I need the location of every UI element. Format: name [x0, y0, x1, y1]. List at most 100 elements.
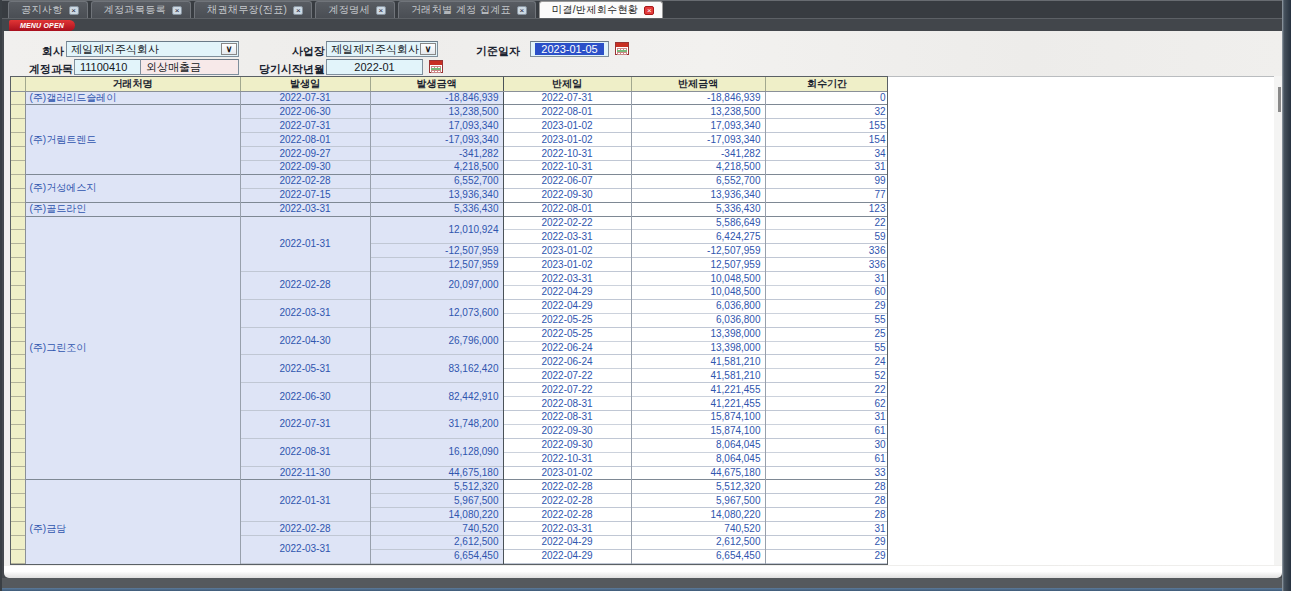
customer-name-cell[interactable]: (주)거성에스지: [25, 174, 240, 202]
row-selector-cell[interactable]: [11, 188, 25, 202]
customer-name-cell[interactable]: (주)골드라인: [25, 202, 240, 216]
company-select[interactable]: 제일제지주식회사 ∨: [66, 41, 239, 57]
row-selector-cell[interactable]: [11, 397, 25, 411]
row-selector-cell[interactable]: [11, 244, 25, 258]
row-selector-cell[interactable]: [11, 160, 25, 174]
row-selector-cell[interactable]: [11, 91, 25, 105]
collect-days-cell[interactable]: 61: [765, 452, 888, 466]
occur-amount-cell[interactable]: -18,846,939: [370, 91, 503, 105]
repay-date-cell[interactable]: 2022-03-31: [503, 272, 631, 286]
collect-days-cell[interactable]: 34: [765, 147, 888, 161]
occur-amount-cell[interactable]: 12,073,600: [370, 299, 503, 327]
collect-days-cell[interactable]: 55: [765, 341, 888, 355]
collect-days-cell[interactable]: 336: [765, 258, 888, 272]
repay-date-cell[interactable]: 2022-04-29: [503, 549, 631, 563]
repay-amount-cell[interactable]: 17,093,340: [631, 119, 765, 133]
repay-date-cell[interactable]: 2023-01-02: [503, 119, 631, 133]
row-selector-cell[interactable]: [11, 299, 25, 313]
occur-amount-cell[interactable]: 20,097,000: [370, 272, 503, 300]
grid-header-cell[interactable]: 회수기간: [765, 77, 888, 91]
collect-days-cell[interactable]: 30: [765, 438, 888, 452]
repay-date-cell[interactable]: 2023-01-02: [503, 258, 631, 272]
repay-amount-cell[interactable]: [631, 563, 765, 565]
collect-days-cell[interactable]: 29: [765, 536, 888, 550]
collect-days-cell[interactable]: 154: [765, 133, 888, 147]
repay-date-cell[interactable]: 2022-08-01: [503, 202, 631, 216]
occur-amount-cell[interactable]: 6,654,450: [370, 549, 503, 563]
occur-amount-cell[interactable]: 12,507,959: [370, 258, 503, 272]
occur-amount-cell[interactable]: -17,093,340: [370, 133, 503, 147]
occur-amount-cell[interactable]: 5,512,320: [370, 480, 503, 494]
grid-header-cell[interactable]: 반제금액: [631, 77, 765, 91]
repay-date-cell[interactable]: 2022-04-29: [503, 299, 631, 313]
row-selector-cell[interactable]: [11, 147, 25, 161]
occur-date-cell[interactable]: 2022-05-31: [240, 355, 370, 383]
repay-date-cell[interactable]: 2022-08-01: [503, 105, 631, 119]
repay-date-cell[interactable]: 2022-09-30: [503, 438, 631, 452]
repay-amount-cell[interactable]: 44,675,180: [631, 466, 765, 480]
basedate-input[interactable]: 2023-01-05: [530, 41, 609, 57]
customer-name-cell[interactable]: (주)갤러리드슬레이: [25, 91, 240, 105]
collect-days-cell[interactable]: 59: [765, 230, 888, 244]
repay-amount-cell[interactable]: 41,221,455: [631, 397, 765, 411]
repay-amount-cell[interactable]: 15,874,100: [631, 424, 765, 438]
occur-date-cell[interactable]: 2022-06-30: [240, 383, 370, 411]
collect-days-cell[interactable]: [765, 563, 888, 565]
collect-days-cell[interactable]: 22: [765, 216, 888, 230]
occur-amount-cell[interactable]: 13,238,500: [370, 105, 503, 119]
tab-5[interactable]: 미결/반제회수현황×: [539, 1, 663, 18]
repay-amount-cell[interactable]: 6,424,275: [631, 230, 765, 244]
repay-amount-cell[interactable]: 41,221,455: [631, 383, 765, 397]
collect-days-cell[interactable]: 29: [765, 549, 888, 563]
row-selector-cell[interactable]: [11, 438, 25, 452]
collect-days-cell[interactable]: 25: [765, 327, 888, 341]
row-selector-cell[interactable]: [11, 133, 25, 147]
row-selector-cell[interactable]: [11, 424, 25, 438]
row-selector-cell[interactable]: [11, 272, 25, 286]
collect-days-cell[interactable]: 31: [765, 272, 888, 286]
repay-date-cell[interactable]: 2022-07-22: [503, 369, 631, 383]
occur-amount-cell[interactable]: 26,796,000: [370, 327, 503, 355]
bizplace-select[interactable]: 제일제지주식회사 ∨: [326, 41, 438, 57]
repay-amount-cell[interactable]: 6,552,700: [631, 174, 765, 188]
collect-days-cell[interactable]: 55: [765, 313, 888, 327]
occur-date-cell[interactable]: 2022-04-30: [240, 327, 370, 355]
occur-amount-cell[interactable]: 740,520: [370, 522, 503, 536]
grid-header-cell[interactable]: 거래처명: [25, 77, 240, 91]
occur-date-cell[interactable]: 2022-08-31: [240, 438, 370, 466]
repay-amount-cell[interactable]: 8,064,045: [631, 438, 765, 452]
occur-date-cell[interactable]: 2022-09-30: [240, 160, 370, 174]
repay-date-cell[interactable]: 2022-03-31: [503, 230, 631, 244]
row-selector-cell[interactable]: [11, 508, 25, 522]
collect-days-cell[interactable]: 77: [765, 188, 888, 202]
occur-amount-cell[interactable]: 14,080,220: [370, 508, 503, 522]
repay-date-cell[interactable]: 2022-06-24: [503, 341, 631, 355]
row-selector-cell[interactable]: [11, 480, 25, 494]
menu-open-button[interactable]: MENU OPEN: [9, 20, 75, 31]
grid-row[interactable]: (주)거성에스지2022-02-286,552,7002022-06-076,5…: [11, 174, 888, 188]
occur-amount-cell[interactable]: 5,336,430: [370, 202, 503, 216]
occur-date-cell[interactable]: 2022-03-31: [240, 299, 370, 327]
occur-amount-cell[interactable]: 82,442,910: [370, 383, 503, 411]
row-selector-cell[interactable]: [11, 313, 25, 327]
account-name-input[interactable]: 외상매출금: [140, 59, 239, 75]
repay-date-cell[interactable]: 2022-07-22: [503, 383, 631, 397]
repay-date-cell[interactable]: 2022-08-31: [503, 410, 631, 424]
repay-amount-cell[interactable]: -17,093,340: [631, 133, 765, 147]
occur-amount-cell[interactable]: [370, 563, 503, 565]
occur-date-cell[interactable]: 2022-07-31: [240, 91, 370, 105]
repay-date-cell[interactable]: 2022-08-31: [503, 397, 631, 411]
repay-amount-cell[interactable]: 6,654,450: [631, 549, 765, 563]
customer-name-cell[interactable]: (주)그린조이: [25, 216, 240, 480]
row-selector-cell[interactable]: [11, 119, 25, 133]
row-selector-cell[interactable]: [11, 536, 25, 550]
grid-header-cell[interactable]: 반제일: [503, 77, 631, 91]
occur-amount-cell[interactable]: 6,552,700: [370, 174, 503, 188]
repay-date-cell[interactable]: 2022-02-28: [503, 508, 631, 522]
grid-row[interactable]: (주)골드라인2022-03-315,336,4302022-08-015,33…: [11, 202, 888, 216]
repay-amount-cell[interactable]: 10,048,500: [631, 272, 765, 286]
repay-amount-cell[interactable]: 15,874,100: [631, 410, 765, 424]
occur-amount-cell[interactable]: 4,218,500: [370, 160, 503, 174]
repay-date-cell[interactable]: 2022-05-25: [503, 327, 631, 341]
collect-days-cell[interactable]: 61: [765, 424, 888, 438]
